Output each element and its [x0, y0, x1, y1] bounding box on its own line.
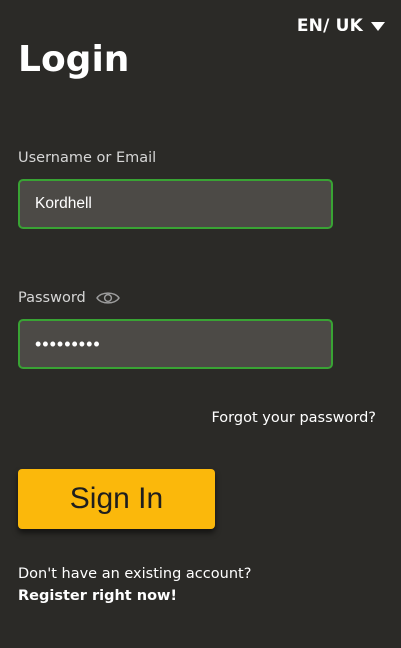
language-label: EN/ UK: [296, 16, 363, 36]
register-prompt: Don't have an existing account?: [18, 566, 252, 582]
password-input[interactable]: [18, 319, 333, 369]
chevron-down-icon: [371, 22, 385, 31]
username-input[interactable]: [18, 179, 333, 229]
password-label-row: Password: [18, 290, 120, 306]
forgot-password-link[interactable]: Forgot your password?: [211, 410, 376, 426]
eye-icon[interactable]: [95, 290, 120, 306]
page-title: Login: [18, 39, 130, 80]
register-link[interactable]: Register right now!: [18, 588, 177, 604]
sign-in-button[interactable]: Sign In: [18, 469, 215, 529]
username-label: Username or Email: [18, 150, 157, 166]
language-selector[interactable]: EN/ UK: [297, 16, 385, 36]
password-label: Password: [18, 290, 86, 306]
